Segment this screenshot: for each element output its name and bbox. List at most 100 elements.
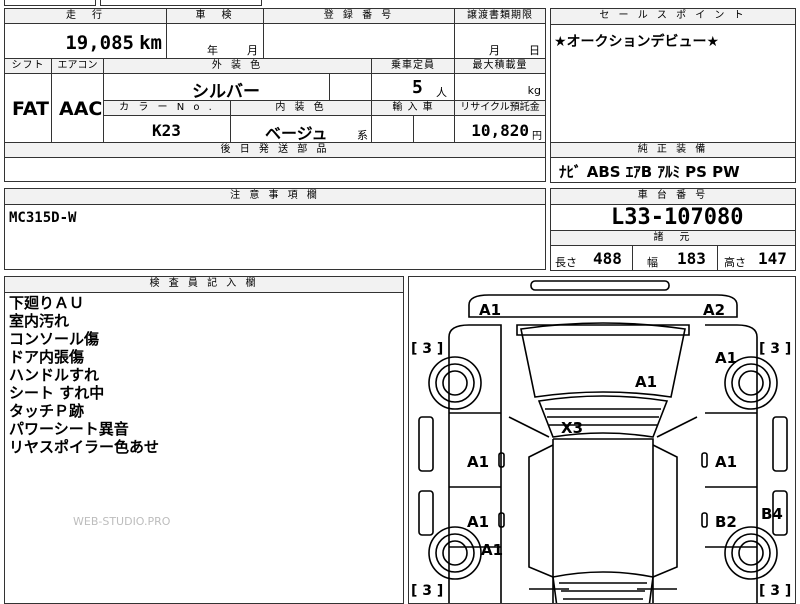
sales-point-value: ★オークションデビュー★ [554, 34, 720, 50]
spec-length-value: 488 [593, 249, 622, 268]
import-header: 輸 入 車 [371, 100, 455, 116]
mileage-value: 19,085 [65, 32, 134, 54]
mark-bonnet: A1 [635, 373, 658, 391]
tire-tread-front-right: [ 3 ] [759, 341, 792, 357]
specs-header: 諸 元 [550, 230, 796, 246]
equipment-value: ﾅﾋﾞ ABS ｴｱB ｱﾙﾐ PS PW [559, 163, 740, 181]
deadline-month-label: 月 [489, 44, 500, 57]
top-clipped-strip-mid [100, 0, 262, 6]
note-line: ハンドルすれ [9, 366, 100, 384]
transfer-deadline-header: 譲渡書類期限 [454, 8, 546, 24]
color-no-value: K23 [152, 121, 181, 140]
import-cell-1 [371, 115, 414, 143]
reg-number-header: 登 録 番 号 [263, 8, 455, 24]
max-load-cell: kg [454, 73, 546, 101]
note-line: コンソール傷 [9, 330, 100, 348]
mileage-cell: 19,085 km [4, 23, 167, 59]
mark-left-front-door: A1 [467, 453, 490, 471]
interior-color-suffix: 系 [357, 129, 368, 142]
aircon-cell: AAC [51, 73, 104, 143]
note-line: ドア内張傷 [9, 348, 85, 366]
recycle-unit: 円 [532, 131, 542, 142]
inspection-month-label: 月 [247, 44, 258, 57]
import-cell-2 [413, 115, 455, 143]
max-load-header: 最大積載量 [454, 58, 546, 74]
inspection-header: 車 検 [166, 8, 264, 24]
spec-length-label: 長さ [555, 256, 577, 269]
exterior-color-header: 外 装 色 [103, 58, 372, 74]
exterior-color-cell: シルバー [103, 73, 330, 101]
inspection-year-label: 年 [207, 44, 218, 57]
color-no-header: カ ラ ー N o . [103, 100, 231, 116]
note-line: パワーシート異音 [9, 420, 129, 438]
equipment-header: 純 正 装 備 [550, 142, 796, 158]
mark-right-fender: A1 [715, 349, 738, 367]
spec-height-value: 147 [758, 249, 787, 268]
recycle-value: 10,820 [471, 121, 529, 140]
shift-cell: FAT [4, 73, 52, 143]
chassis-no-header: 車 台 番 号 [550, 188, 796, 205]
mark-roof: X3 [561, 419, 584, 437]
spec-width-cell: 幅 183 [632, 245, 718, 271]
watermark: WEB-STUDIO.PRO [73, 515, 171, 528]
color-no-cell: K23 [103, 115, 231, 143]
exterior-color-extra [329, 73, 372, 101]
later-parts-header: 後 日 発 送 部 品 [4, 142, 546, 158]
capacity-cell: 5 人 [371, 73, 455, 101]
aircon-value: AAC [59, 98, 103, 120]
mileage-unit: km [139, 32, 162, 54]
mileage-header: 走 行 [4, 8, 167, 24]
mark-right-front-door: A1 [715, 453, 738, 471]
shift-value: FAT [12, 98, 49, 120]
interior-color-cell: ベージュ 系 [230, 115, 372, 143]
top-clipped-strip-left [4, 0, 96, 6]
inspector-notes-list: 下廻りＡＵ 室内汚れ コンソール傷 ドア内張傷 ハンドルすれ シート すれ中 タ… [9, 294, 159, 456]
inspection-cell: 年 月 [166, 23, 264, 59]
interior-color-value: ベージュ [265, 124, 328, 143]
spec-height-cell: 高さ 147 [717, 245, 796, 271]
exterior-color-value: シルバー [192, 82, 260, 101]
reg-number-cell [263, 23, 455, 59]
tire-tread-rear-left: [ 3 ] [411, 583, 444, 599]
spec-height-label: 高さ [724, 256, 746, 269]
caution-header: 注 意 事 項 欄 [4, 188, 546, 205]
later-parts-cell [4, 157, 546, 182]
aircon-header: エアコン [51, 58, 104, 74]
mark-front-right: A2 [703, 301, 726, 319]
inspector-notes-cell: 下廻りＡＵ 室内汚れ コンソール傷 ドア内張傷 ハンドルすれ シート すれ中 タ… [4, 292, 404, 604]
tire-tread-rear-right: [ 3 ] [759, 583, 792, 599]
caution-cell: MC315D-W [4, 204, 546, 270]
tire-tread-front-left: [ 3 ] [411, 341, 444, 357]
capacity-unit: 人 [436, 86, 447, 99]
note-line: シート すれ中 [9, 384, 105, 402]
equipment-cell: ﾅﾋﾞ ABS ｴｱB ｱﾙﾐ PS PW [550, 157, 796, 183]
note-line: 室内汚れ [9, 312, 70, 330]
mark-front-left: A1 [479, 301, 502, 319]
caution-value: MC315D-W [9, 210, 77, 226]
chassis-no-value: L33-107080 [611, 205, 744, 230]
car-diagram-box: A1 A2 A1 A1 X3 A1 A1 A1 B2 A1 B4 [ 3 ] [… [408, 276, 796, 604]
max-load-unit: kg [527, 84, 541, 97]
spec-width-label: 幅 [647, 256, 658, 269]
recycle-header: リサイクル預託金 [454, 100, 546, 116]
sales-point-header: セ ー ル ス ポ イ ン ト [550, 8, 796, 25]
mark-right-rear-door: B2 [715, 513, 737, 531]
car-outline-diagram [418, 280, 788, 603]
capacity-value: 5 [412, 77, 423, 98]
mark-right-rear-fender: B4 [761, 505, 783, 523]
mark-left-rear-door: A1 [467, 513, 490, 531]
deadline-day-label: 日 [529, 44, 540, 57]
capacity-header: 乗車定員 [371, 58, 455, 74]
note-line: 下廻りＡＵ [9, 294, 85, 312]
spec-length-cell: 長さ 488 [550, 245, 633, 271]
sales-point-cell: ★オークションデビュー★ [550, 24, 796, 143]
shift-header: シフト [4, 58, 52, 74]
interior-color-header: 内 装 色 [230, 100, 372, 116]
transfer-deadline-cell: 月 日 [454, 23, 546, 59]
recycle-cell: 10,820 円 [454, 115, 546, 143]
spec-width-value: 183 [677, 249, 706, 268]
chassis-no-cell: L33-107080 [550, 204, 796, 231]
note-line: タッチＰ跡 [9, 402, 85, 420]
note-line: リヤスポイラー色あせ [9, 438, 160, 456]
inspector-header: 検 査 員 記 入 欄 [4, 276, 404, 293]
